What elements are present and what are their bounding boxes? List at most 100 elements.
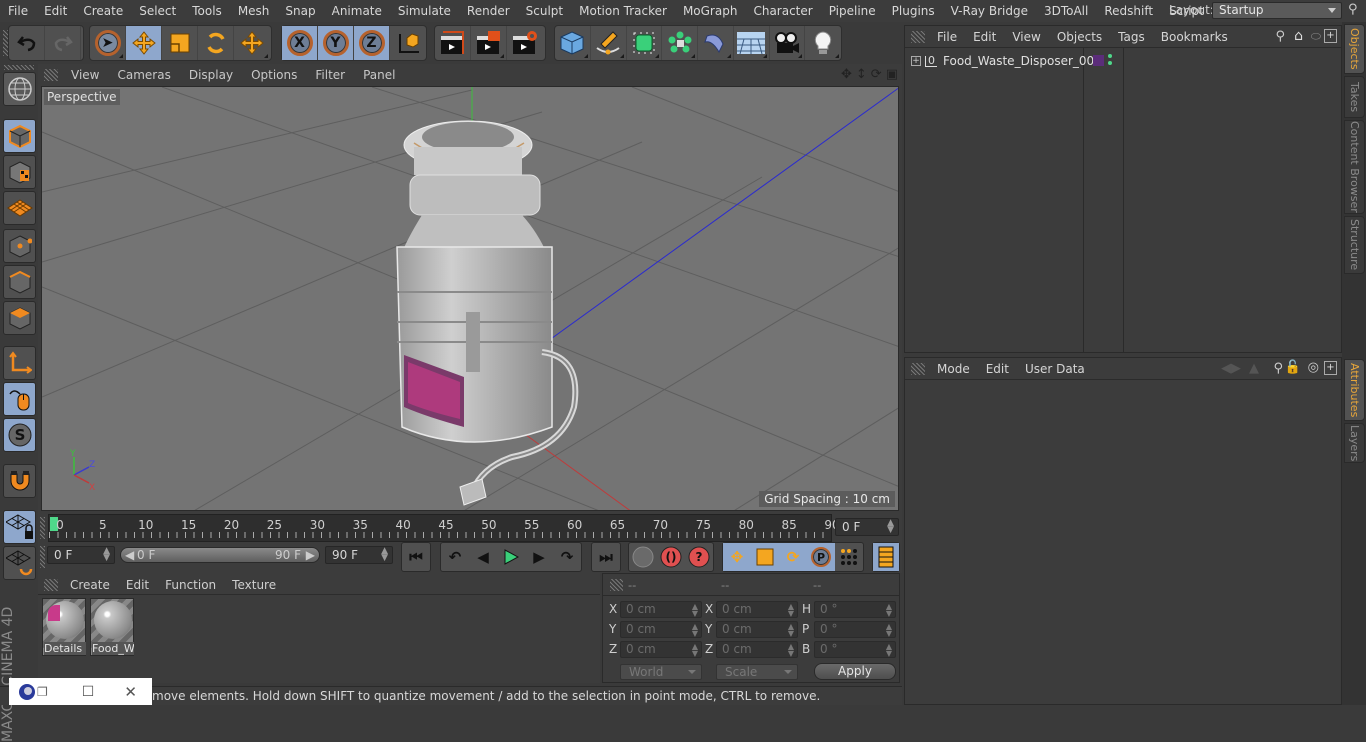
texture-mode-button[interactable] [3, 155, 36, 189]
panel-grip[interactable] [911, 362, 925, 375]
key-scale-button[interactable] [751, 543, 779, 571]
tab-layers[interactable]: Layers [1344, 423, 1365, 463]
viewport-menu-cameras[interactable]: Cameras [108, 68, 179, 82]
key-pla-button[interactable] [835, 543, 863, 571]
lock-z-axis-button[interactable]: Z [354, 26, 390, 60]
scale-tool-button[interactable] [162, 26, 198, 60]
record-active-objects-button[interactable] [629, 543, 657, 571]
coordinate-system-button[interactable] [390, 26, 426, 60]
range-right-arrow-icon[interactable]: ▶ [306, 548, 315, 562]
recent-tool-button[interactable] [234, 26, 270, 60]
panel-grip[interactable] [911, 30, 925, 43]
menu-character[interactable]: Character [745, 4, 820, 18]
tab-attributes[interactable]: Attributes [1344, 359, 1365, 421]
menu-simulate[interactable]: Simulate [390, 4, 459, 18]
search-icon[interactable]: ⚲ [1275, 29, 1285, 44]
rotation-p-field[interactable]: 0 ° ▲ ▼ [814, 621, 896, 638]
material-swatch-details[interactable]: Details [42, 598, 86, 656]
start-frame-field[interactable]: 0 F ▲ ▼ [47, 546, 115, 564]
menu-motion-tracker[interactable]: Motion Tracker [571, 4, 675, 18]
frame-range-slider[interactable]: ◀ 0 F 90 F ▶ [120, 547, 320, 563]
panel-grip[interactable] [610, 579, 623, 591]
menu-sculpt[interactable]: Sculpt [518, 4, 571, 18]
rotate-tool-button[interactable] [198, 26, 234, 60]
size-z-field[interactable]: 0 cm ▲ ▼ [716, 641, 798, 658]
tab-content-browser[interactable]: Content Browser [1344, 120, 1365, 214]
spinner-icon[interactable]: ▲ ▼ [692, 623, 698, 638]
pan-view-icon[interactable]: ✥ [841, 67, 852, 82]
search-icon[interactable]: ⚲ [1348, 2, 1364, 19]
position-y-field[interactable]: 0 cm ▲ ▼ [620, 621, 702, 638]
viewport-menu-panel[interactable]: Panel [354, 68, 404, 82]
menu-animate[interactable]: Animate [324, 4, 390, 18]
model-mode-button[interactable] [3, 119, 36, 153]
key-position-button[interactable]: ✥ [723, 543, 751, 571]
spinner-icon[interactable]: ▲ ▼ [886, 643, 892, 658]
toolbar-grip[interactable] [4, 65, 34, 70]
tab-objects[interactable]: Objects [1344, 24, 1365, 74]
spinner-icon[interactable]: ▲ ▼ [788, 643, 794, 658]
spinner-icon[interactable]: ▲ ▼ [692, 643, 698, 658]
panel-grip[interactable] [44, 578, 58, 591]
tab-takes[interactable]: Takes [1344, 76, 1365, 118]
render-visibility-dot[interactable] [1108, 61, 1112, 65]
position-x-field[interactable]: 0 cm ▲ ▼ [620, 601, 702, 618]
target-icon[interactable]: ◎ [1308, 360, 1319, 375]
object-menu-objects[interactable]: Objects [1049, 30, 1110, 44]
toggle-view-icon[interactable]: ▣ [886, 67, 898, 82]
menu-render[interactable]: Render [459, 4, 518, 18]
floor-button[interactable] [734, 26, 770, 60]
menu-create[interactable]: Create [75, 4, 131, 18]
axis-mode-button[interactable] [3, 346, 36, 380]
attributes-menu-mode[interactable]: Mode [929, 362, 978, 376]
key-parameter-button[interactable]: P [807, 543, 835, 571]
live-selection-button[interactable]: ➤ [90, 26, 126, 60]
goto-start-button[interactable]: ⏮ [402, 543, 430, 571]
menu-mesh[interactable]: Mesh [230, 4, 278, 18]
viewport-menu-options[interactable]: Options [242, 68, 306, 82]
material-menu-edit[interactable]: Edit [118, 578, 157, 592]
deformer-button[interactable] [698, 26, 734, 60]
apply-button[interactable]: Apply [814, 663, 896, 680]
object-menu-tags[interactable]: Tags [1110, 30, 1153, 44]
menu-select[interactable]: Select [131, 4, 184, 18]
cinema4d-app-icon[interactable] [17, 682, 37, 702]
panel-grip[interactable] [44, 69, 58, 81]
menu-mograph[interactable]: MoGraph [675, 4, 746, 18]
menu-tools[interactable]: Tools [184, 4, 230, 18]
object-menu-view[interactable]: View [1004, 30, 1048, 44]
coordinate-space-dropdown[interactable]: World [620, 664, 702, 680]
spinner-icon[interactable]: ▲ ▼ [103, 547, 110, 563]
attributes-menu-edit[interactable]: Edit [978, 362, 1017, 376]
menu-file[interactable]: File [0, 4, 36, 18]
redo-button[interactable] [45, 26, 81, 60]
range-left-arrow-icon[interactable]: ◀ [125, 548, 134, 562]
layer-color-swatch[interactable] [1093, 55, 1104, 66]
viewport-menu-display[interactable]: Display [180, 68, 242, 82]
lock-x-axis-button[interactable]: X [282, 26, 318, 60]
size-y-field[interactable]: 0 cm ▲ ▼ [716, 621, 798, 638]
object-menu-edit[interactable]: Edit [965, 30, 1004, 44]
menu-edit[interactable]: Edit [36, 4, 75, 18]
light-button[interactable] [805, 26, 841, 60]
next-key-button[interactable]: ↷ [553, 543, 581, 571]
object-menu-bookmarks[interactable]: Bookmarks [1153, 30, 1236, 44]
spinner-icon[interactable]: ▲ ▼ [788, 603, 794, 618]
position-z-field[interactable]: 0 cm ▲ ▼ [620, 641, 702, 658]
editor-visibility-dot[interactable] [1108, 54, 1112, 58]
search-icon[interactable]: ⚲ [1273, 361, 1283, 376]
autokeying-button[interactable]: () [657, 543, 685, 571]
expand-icon[interactable]: + [911, 56, 921, 66]
spinner-icon[interactable]: ▲ ▼ [381, 547, 388, 563]
timeline-ruler[interactable]: 0 5 10 15 20 25 30 35 40 45 50 55 60 65 70 75 80 85 90 [48, 514, 840, 542]
render-settings-button[interactable] [507, 26, 543, 60]
new-panel-icon[interactable]: + [1324, 29, 1337, 43]
keyframe-selection-button[interactable]: ? [685, 543, 713, 571]
workplane-lock-button[interactable] [3, 510, 36, 544]
object-row[interactable]: + 0 Food_Waste_Disposer_001 [907, 51, 1112, 71]
goto-end-button[interactable]: ⏭ [592, 543, 620, 571]
menu-snap[interactable]: Snap [277, 4, 323, 18]
maximize-icon[interactable]: ☐ [82, 684, 95, 700]
make-editable-button[interactable] [3, 72, 36, 106]
spinner-icon[interactable]: ▲ ▼ [886, 623, 892, 638]
